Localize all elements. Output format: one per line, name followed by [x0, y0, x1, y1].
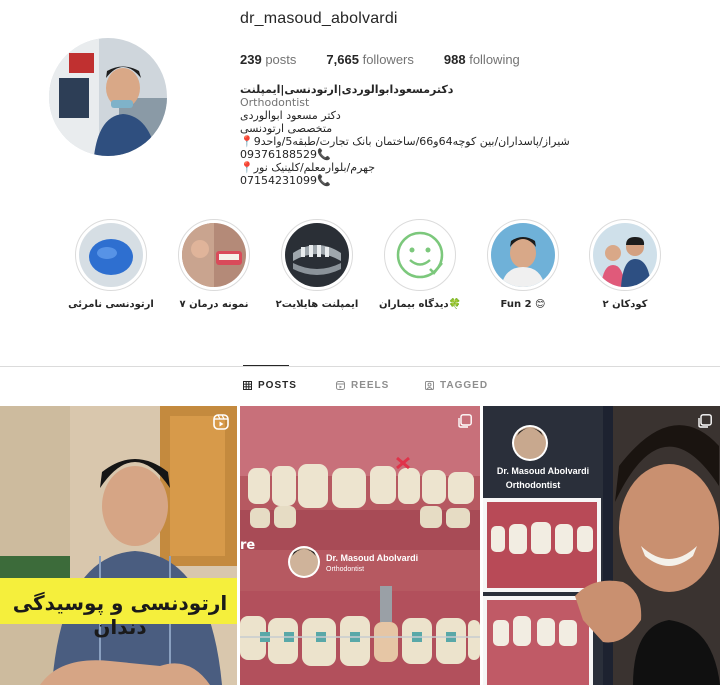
profile-stats: 239 posts 7,665 followers 988 following	[240, 52, 520, 67]
highlight-ring	[589, 219, 661, 291]
post-partial-text: re	[240, 538, 256, 553]
bio-line-phone[interactable]: 09376188529📞	[240, 148, 560, 161]
highlight-thumbnail	[182, 223, 246, 287]
highlight-label: Fun 2 😊	[500, 299, 546, 310]
post-image	[483, 406, 720, 685]
carousel-icon	[458, 414, 472, 428]
highlight-item[interactable]: ارتودنسی نامرئی	[68, 219, 154, 310]
reel-icon	[213, 414, 229, 430]
highlight-label: نمونه درمان ۷	[179, 299, 249, 310]
bio-line-phone[interactable]: 07154231099📞	[240, 174, 560, 187]
carousel-icon	[698, 414, 712, 428]
post-image	[0, 406, 237, 685]
tab-posts-label: POSTS	[258, 380, 297, 391]
highlight-thumbnail	[593, 223, 657, 287]
highlight-ring	[384, 219, 456, 291]
bio-line-address: 📍جهرم/بلوارمعلم/کلینیک نور	[240, 161, 376, 174]
reels-icon	[336, 381, 345, 390]
highlight-label: کودکان ۲	[602, 299, 648, 310]
highlight-label: ایمپلنت هایلایت۲	[275, 299, 359, 310]
story-highlights: ارتودنسی نامرئی نمونه درمان ۷ ایمپلنت ها…	[68, 219, 661, 314]
post-badge-title: Orthodontist	[505, 480, 561, 490]
posts-label: posts	[265, 52, 297, 67]
post-tile[interactable]: ارتودنسی و پوسیدگی دندان	[0, 406, 237, 685]
highlight-ring	[75, 219, 147, 291]
post-image	[240, 406, 480, 685]
highlight-item[interactable]: Fun 2 😊	[487, 219, 559, 310]
profile-tabs: POSTS REELS TAGGED	[0, 380, 720, 394]
highlight-thumbnail	[79, 223, 143, 287]
followers-stat[interactable]: 7,665 followers	[326, 52, 413, 67]
tab-reels[interactable]: REELS	[336, 380, 389, 391]
post-overlay-text: ارتودنسی و پوسیدگی دندان	[12, 591, 228, 639]
profile-avatar[interactable]	[49, 38, 167, 156]
highlight-thumbnail	[388, 223, 452, 287]
profile-bio: دکترمسعودابوالوردی|ارتودنسی|ایمپلنت Orth…	[240, 83, 570, 187]
tabs-divider	[0, 366, 720, 367]
post-tile[interactable]: re Dr. Masoud Abolvardi Orthodontist	[240, 406, 480, 685]
bio-line-address: 📍شیراز/پاسداران/بین کوچه64و66/ساختمان با…	[240, 135, 570, 148]
highlight-item[interactable]: کودکان ۲	[589, 219, 661, 310]
highlight-label: دیدگاه بیماران🍀	[378, 299, 462, 310]
followers-count: 7,665	[326, 52, 359, 67]
posts-grid: ارتودنسی و پوسیدگی دندان re Dr. Masoud A…	[0, 406, 720, 685]
post-badge-name: Dr. Masoud Abolvardi	[496, 466, 590, 476]
active-tab-indicator	[243, 365, 289, 366]
highlight-ring	[281, 219, 353, 291]
followers-label: followers	[362, 52, 414, 67]
grid-icon	[243, 381, 252, 390]
posts-count: 239	[240, 52, 262, 67]
profile-category: Orthodontist	[240, 96, 310, 109]
following-count: 988	[443, 52, 466, 67]
bio-line: دکتر مسعود ابوالوردی	[240, 109, 341, 122]
following-label: following	[469, 52, 520, 67]
highlight-ring	[487, 219, 559, 291]
tab-tagged-label: TAGGED	[440, 380, 489, 391]
profile-display-name: دکترمسعودابوالوردی|ارتودنسی|ایمپلنت	[240, 83, 454, 96]
profile-username: dr_masoud_abolvardi	[240, 10, 398, 27]
post-badge-name: Dr. Masoud Abolvardi	[326, 553, 419, 563]
highlight-thumbnail	[285, 223, 349, 287]
tab-tagged[interactable]: TAGGED	[425, 380, 488, 391]
tab-reels-label: REELS	[351, 380, 390, 391]
tagged-icon	[425, 381, 434, 390]
highlight-item[interactable]: ایمپلنت هایلایت۲	[276, 219, 358, 310]
highlight-thumbnail	[491, 223, 555, 287]
tab-posts[interactable]: POSTS	[243, 380, 297, 391]
following-stat[interactable]: 988 following	[444, 52, 520, 67]
post-tile[interactable]: Dr. Masoud Abolvardi Orthodontist	[483, 406, 720, 685]
posts-stat[interactable]: 239 posts	[240, 52, 296, 67]
highlight-item[interactable]: نمونه درمان ۷	[178, 219, 250, 310]
post-badge-title: Orthodontist	[326, 566, 365, 573]
highlight-label: ارتودنسی نامرئی	[68, 299, 154, 310]
highlight-item[interactable]: دیدگاه بیماران🍀	[379, 219, 461, 310]
highlight-ring	[178, 219, 250, 291]
bio-line: متخصصی ارتودنسی	[240, 122, 333, 135]
